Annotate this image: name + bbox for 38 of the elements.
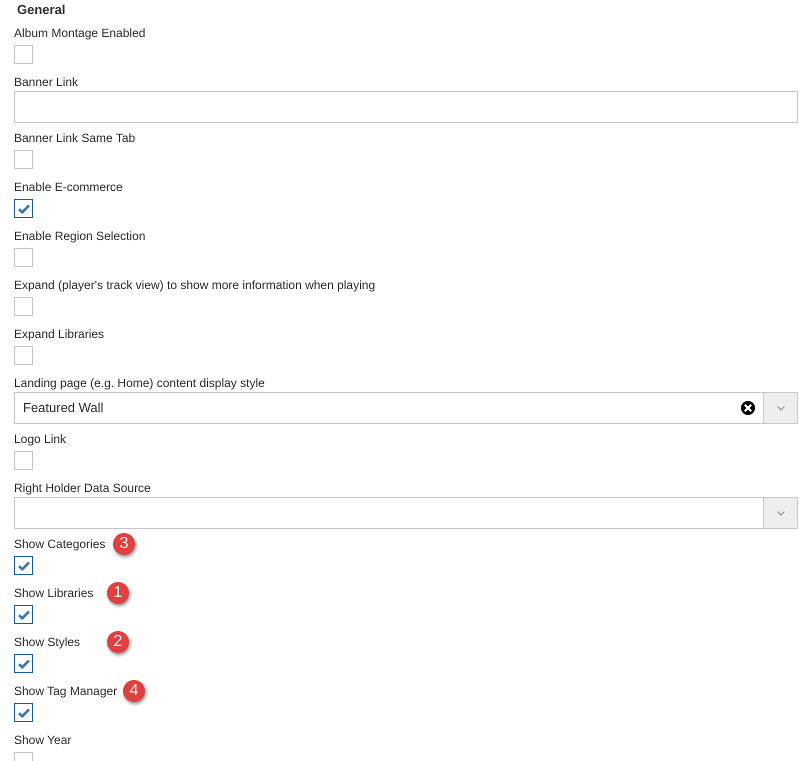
checkbox[interactable] bbox=[14, 605, 33, 624]
dropdown-select-field[interactable] bbox=[14, 497, 798, 529]
checkmark-icon bbox=[18, 708, 30, 718]
field-label: Right Holder Data Source bbox=[14, 480, 151, 496]
field-label: Banner Link bbox=[14, 74, 78, 90]
number-marker: 2 bbox=[107, 631, 129, 653]
number-marker: 4 bbox=[123, 680, 145, 702]
dropdown-toggle-button[interactable] bbox=[763, 498, 797, 528]
field-label: Show Styles bbox=[14, 634, 80, 650]
field-label: Enable Region Selection bbox=[14, 228, 146, 244]
dropdown-toggle-button[interactable] bbox=[763, 393, 797, 423]
field-label: Album Montage Enabled bbox=[14, 25, 146, 41]
field-label: Expand (player's track view) to show more information when playing bbox=[14, 277, 376, 293]
field-label: Show Libraries bbox=[14, 585, 94, 601]
checkmark-icon bbox=[18, 658, 30, 668]
field-label: Logo Link bbox=[14, 431, 66, 447]
field-label: Show Categories bbox=[14, 536, 106, 552]
field-label: Landing page (e.g. Home) content display style bbox=[14, 375, 265, 391]
checkmark-icon bbox=[18, 560, 30, 570]
checkbox[interactable] bbox=[14, 556, 33, 575]
field-label: Enable E-commerce bbox=[14, 179, 123, 195]
field-label: Show Year bbox=[14, 732, 72, 748]
field-label: Banner Link Same Tab bbox=[14, 130, 136, 146]
checkmark-icon bbox=[18, 204, 30, 214]
checkbox[interactable] bbox=[14, 703, 33, 722]
chevron-down-icon bbox=[776, 510, 784, 516]
chevron-down-icon bbox=[776, 406, 784, 410]
dropdown-select-field[interactable]: Featured Wall bbox=[14, 392, 798, 424]
section-heading: General bbox=[17, 2, 66, 18]
field-label: Show Tag Manager bbox=[14, 683, 118, 699]
field-label: Expand Libraries bbox=[14, 326, 104, 342]
checkmark-icon bbox=[18, 610, 30, 620]
number-marker: 3 bbox=[113, 533, 135, 555]
checkbox[interactable] bbox=[14, 654, 33, 673]
number-marker: 1 bbox=[107, 582, 129, 604]
clear-icon[interactable] bbox=[741, 401, 755, 415]
checkbox[interactable] bbox=[14, 199, 33, 218]
text-input-field[interactable] bbox=[14, 91, 798, 123]
